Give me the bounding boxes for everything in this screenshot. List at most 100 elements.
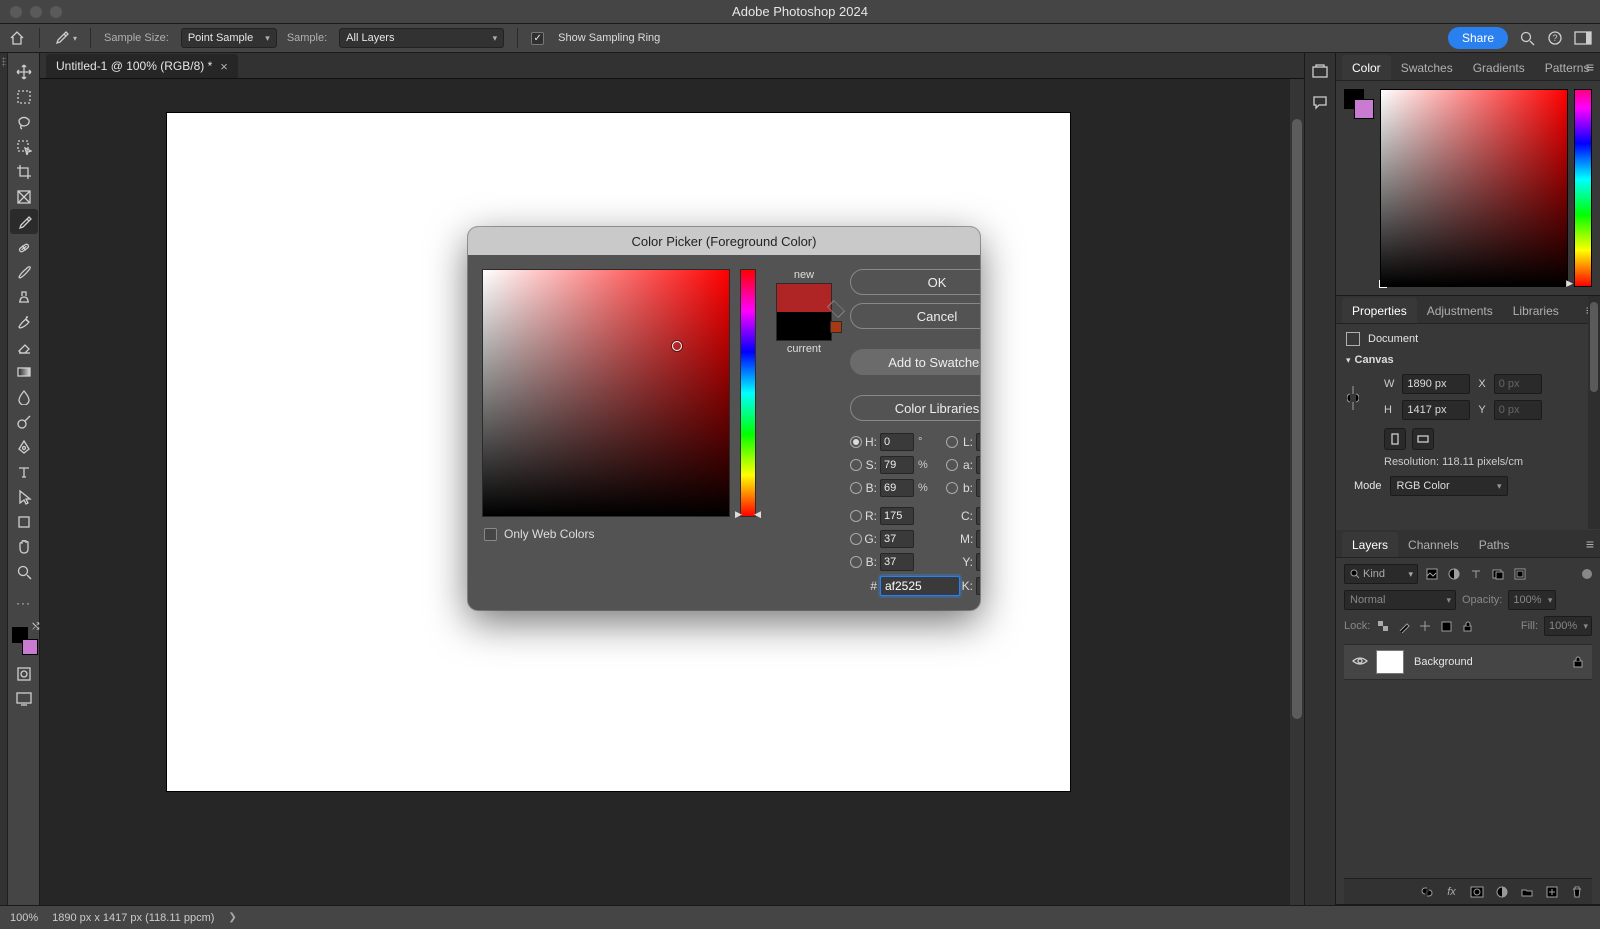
y-cmyk-input[interactable]: 98 [976, 553, 980, 571]
canvas-section-header[interactable]: ▾ Canvas [1346, 354, 1590, 366]
screen-mode-icon[interactable] [10, 686, 38, 711]
layer-row-background[interactable]: Background [1344, 644, 1592, 680]
status-info-flyout-icon[interactable]: ❯ [228, 912, 236, 923]
width-input[interactable]: 1890 px [1402, 374, 1470, 394]
filter-shape-icon[interactable] [1490, 566, 1506, 582]
add-to-swatches-button[interactable]: Add to Swatches [850, 349, 980, 375]
history-panel-icon[interactable] [1309, 61, 1331, 83]
tab-properties[interactable]: Properties [1342, 298, 1417, 323]
radio-b-lab[interactable] [946, 482, 958, 494]
quick-mask-icon[interactable] [10, 661, 38, 686]
filter-toggle[interactable] [1582, 569, 1592, 579]
ok-button[interactable]: OK [850, 269, 980, 295]
close-tab-icon[interactable]: × [220, 59, 228, 74]
height-input[interactable]: 1417 px [1402, 400, 1470, 420]
brush-tool-icon[interactable] [10, 259, 38, 284]
foreground-background-swatch[interactable]: ⤭ [10, 623, 38, 655]
swap-colors-icon[interactable]: ⤭ [32, 621, 39, 632]
opacity-input[interactable]: 100% [1508, 590, 1556, 610]
radio-r[interactable] [850, 510, 862, 522]
cancel-button[interactable]: Cancel [850, 303, 980, 329]
delete-layer-icon[interactable] [1569, 884, 1584, 899]
orientation-portrait-button[interactable] [1384, 428, 1406, 450]
blur-tool-icon[interactable] [10, 384, 38, 409]
layer-visibility-icon[interactable] [1352, 655, 1366, 669]
a-input[interactable]: 55 [976, 456, 980, 474]
fgbg-mini[interactable] [1344, 89, 1374, 287]
traffic-light-minimize[interactable] [30, 6, 42, 18]
panel-background-swatch[interactable] [1354, 99, 1374, 119]
r-input[interactable]: 175 [880, 507, 914, 525]
workspace-switcher-icon[interactable] [1574, 29, 1592, 47]
new-color-swatch[interactable] [777, 284, 831, 312]
color-sv-field[interactable]: ▶ [1380, 89, 1568, 287]
current-color-swatch[interactable] [777, 312, 831, 340]
radio-a[interactable] [946, 459, 958, 471]
new-layer-icon[interactable] [1544, 884, 1559, 899]
filter-type-icon[interactable] [1468, 566, 1484, 582]
lasso-tool-icon[interactable] [10, 109, 38, 134]
link-layers-icon[interactable] [1419, 884, 1434, 899]
healing-brush-tool-icon[interactable] [10, 234, 38, 259]
only-web-colors-checkbox[interactable] [484, 528, 497, 541]
c-input[interactable]: 22 [976, 507, 980, 525]
tab-paths[interactable]: Paths [1469, 532, 1520, 557]
filter-adjust-icon[interactable] [1446, 566, 1462, 582]
color-libraries-button[interactable]: Color Libraries [850, 395, 980, 421]
tab-layers[interactable]: Layers [1342, 532, 1398, 557]
tab-adjustments[interactable]: Adjustments [1417, 298, 1503, 323]
traffic-light-close[interactable] [10, 6, 22, 18]
status-document-info[interactable]: 1890 px x 1417 px (118.11 ppcm) [52, 912, 214, 924]
radio-b-hsv[interactable] [850, 482, 862, 494]
new-adjustment-icon[interactable] [1494, 884, 1509, 899]
layer-kind-filter[interactable]: Kind [1344, 564, 1418, 584]
layer-fx-icon[interactable]: fx [1444, 884, 1459, 899]
panel-menu-icon[interactable]: ≡ [1586, 59, 1594, 75]
tab-gradients[interactable]: Gradients [1463, 55, 1535, 80]
filter-pixel-icon[interactable] [1424, 566, 1440, 582]
filter-smart-icon[interactable] [1512, 566, 1528, 582]
status-zoom-level[interactable]: 100% [10, 912, 38, 924]
share-button[interactable]: Share [1448, 27, 1508, 49]
tab-color[interactable]: Color [1342, 55, 1391, 80]
help-icon[interactable]: ? [1546, 29, 1564, 47]
fill-input[interactable]: 100% [1544, 616, 1592, 636]
stage-scrollbar-vertical[interactable] [1290, 79, 1304, 905]
radio-l[interactable] [946, 436, 958, 448]
eyedropper-options-icon[interactable]: ▾ [53, 28, 77, 48]
search-icon[interactable] [1518, 29, 1536, 47]
pen-tool-icon[interactable] [10, 434, 38, 459]
lock-transparency-icon[interactable] [1376, 619, 1391, 634]
new-group-icon[interactable] [1519, 884, 1534, 899]
panel-menu-icon[interactable]: ≡ [1586, 536, 1594, 552]
layer-thumbnail[interactable] [1376, 650, 1404, 674]
color-mode-select[interactable]: RGB Color [1390, 476, 1508, 496]
lock-all-icon[interactable] [1460, 619, 1475, 634]
traffic-light-zoom[interactable] [50, 6, 62, 18]
zoom-tool-icon[interactable] [10, 559, 38, 584]
crop-tool-icon[interactable] [10, 159, 38, 184]
bright-input[interactable]: 69 [880, 479, 914, 497]
color-picker-hue-slider[interactable]: ▶◀ [738, 269, 758, 517]
tab-swatches[interactable]: Swatches [1391, 55, 1463, 80]
radio-s[interactable] [850, 459, 862, 471]
tab-channels[interactable]: Channels [1398, 532, 1469, 557]
gamut-swatch[interactable] [830, 321, 842, 333]
sample-size-select[interactable]: Point Sample [181, 28, 277, 48]
dodge-tool-icon[interactable] [10, 409, 38, 434]
move-tool-icon[interactable] [10, 59, 38, 84]
home-icon[interactable] [8, 29, 26, 47]
background-color-swatch[interactable] [22, 639, 38, 655]
color-hue-slider[interactable] [1574, 89, 1592, 287]
b-rgb-input[interactable]: 37 [880, 553, 914, 571]
orientation-landscape-button[interactable] [1412, 428, 1434, 450]
lock-pixels-icon[interactable] [1397, 619, 1412, 634]
document-tab-active[interactable]: Untitled-1 @ 100% (RGB/8) * × [46, 54, 238, 78]
radio-h[interactable] [850, 436, 862, 448]
marquee-tool-icon[interactable] [10, 84, 38, 109]
shape-tool-icon[interactable] [10, 509, 38, 534]
color-picker-title[interactable]: Color Picker (Foreground Color) [468, 227, 980, 255]
l-input[interactable]: 40 [976, 433, 980, 451]
lock-artboard-icon[interactable] [1439, 619, 1454, 634]
type-tool-icon[interactable] [10, 459, 38, 484]
